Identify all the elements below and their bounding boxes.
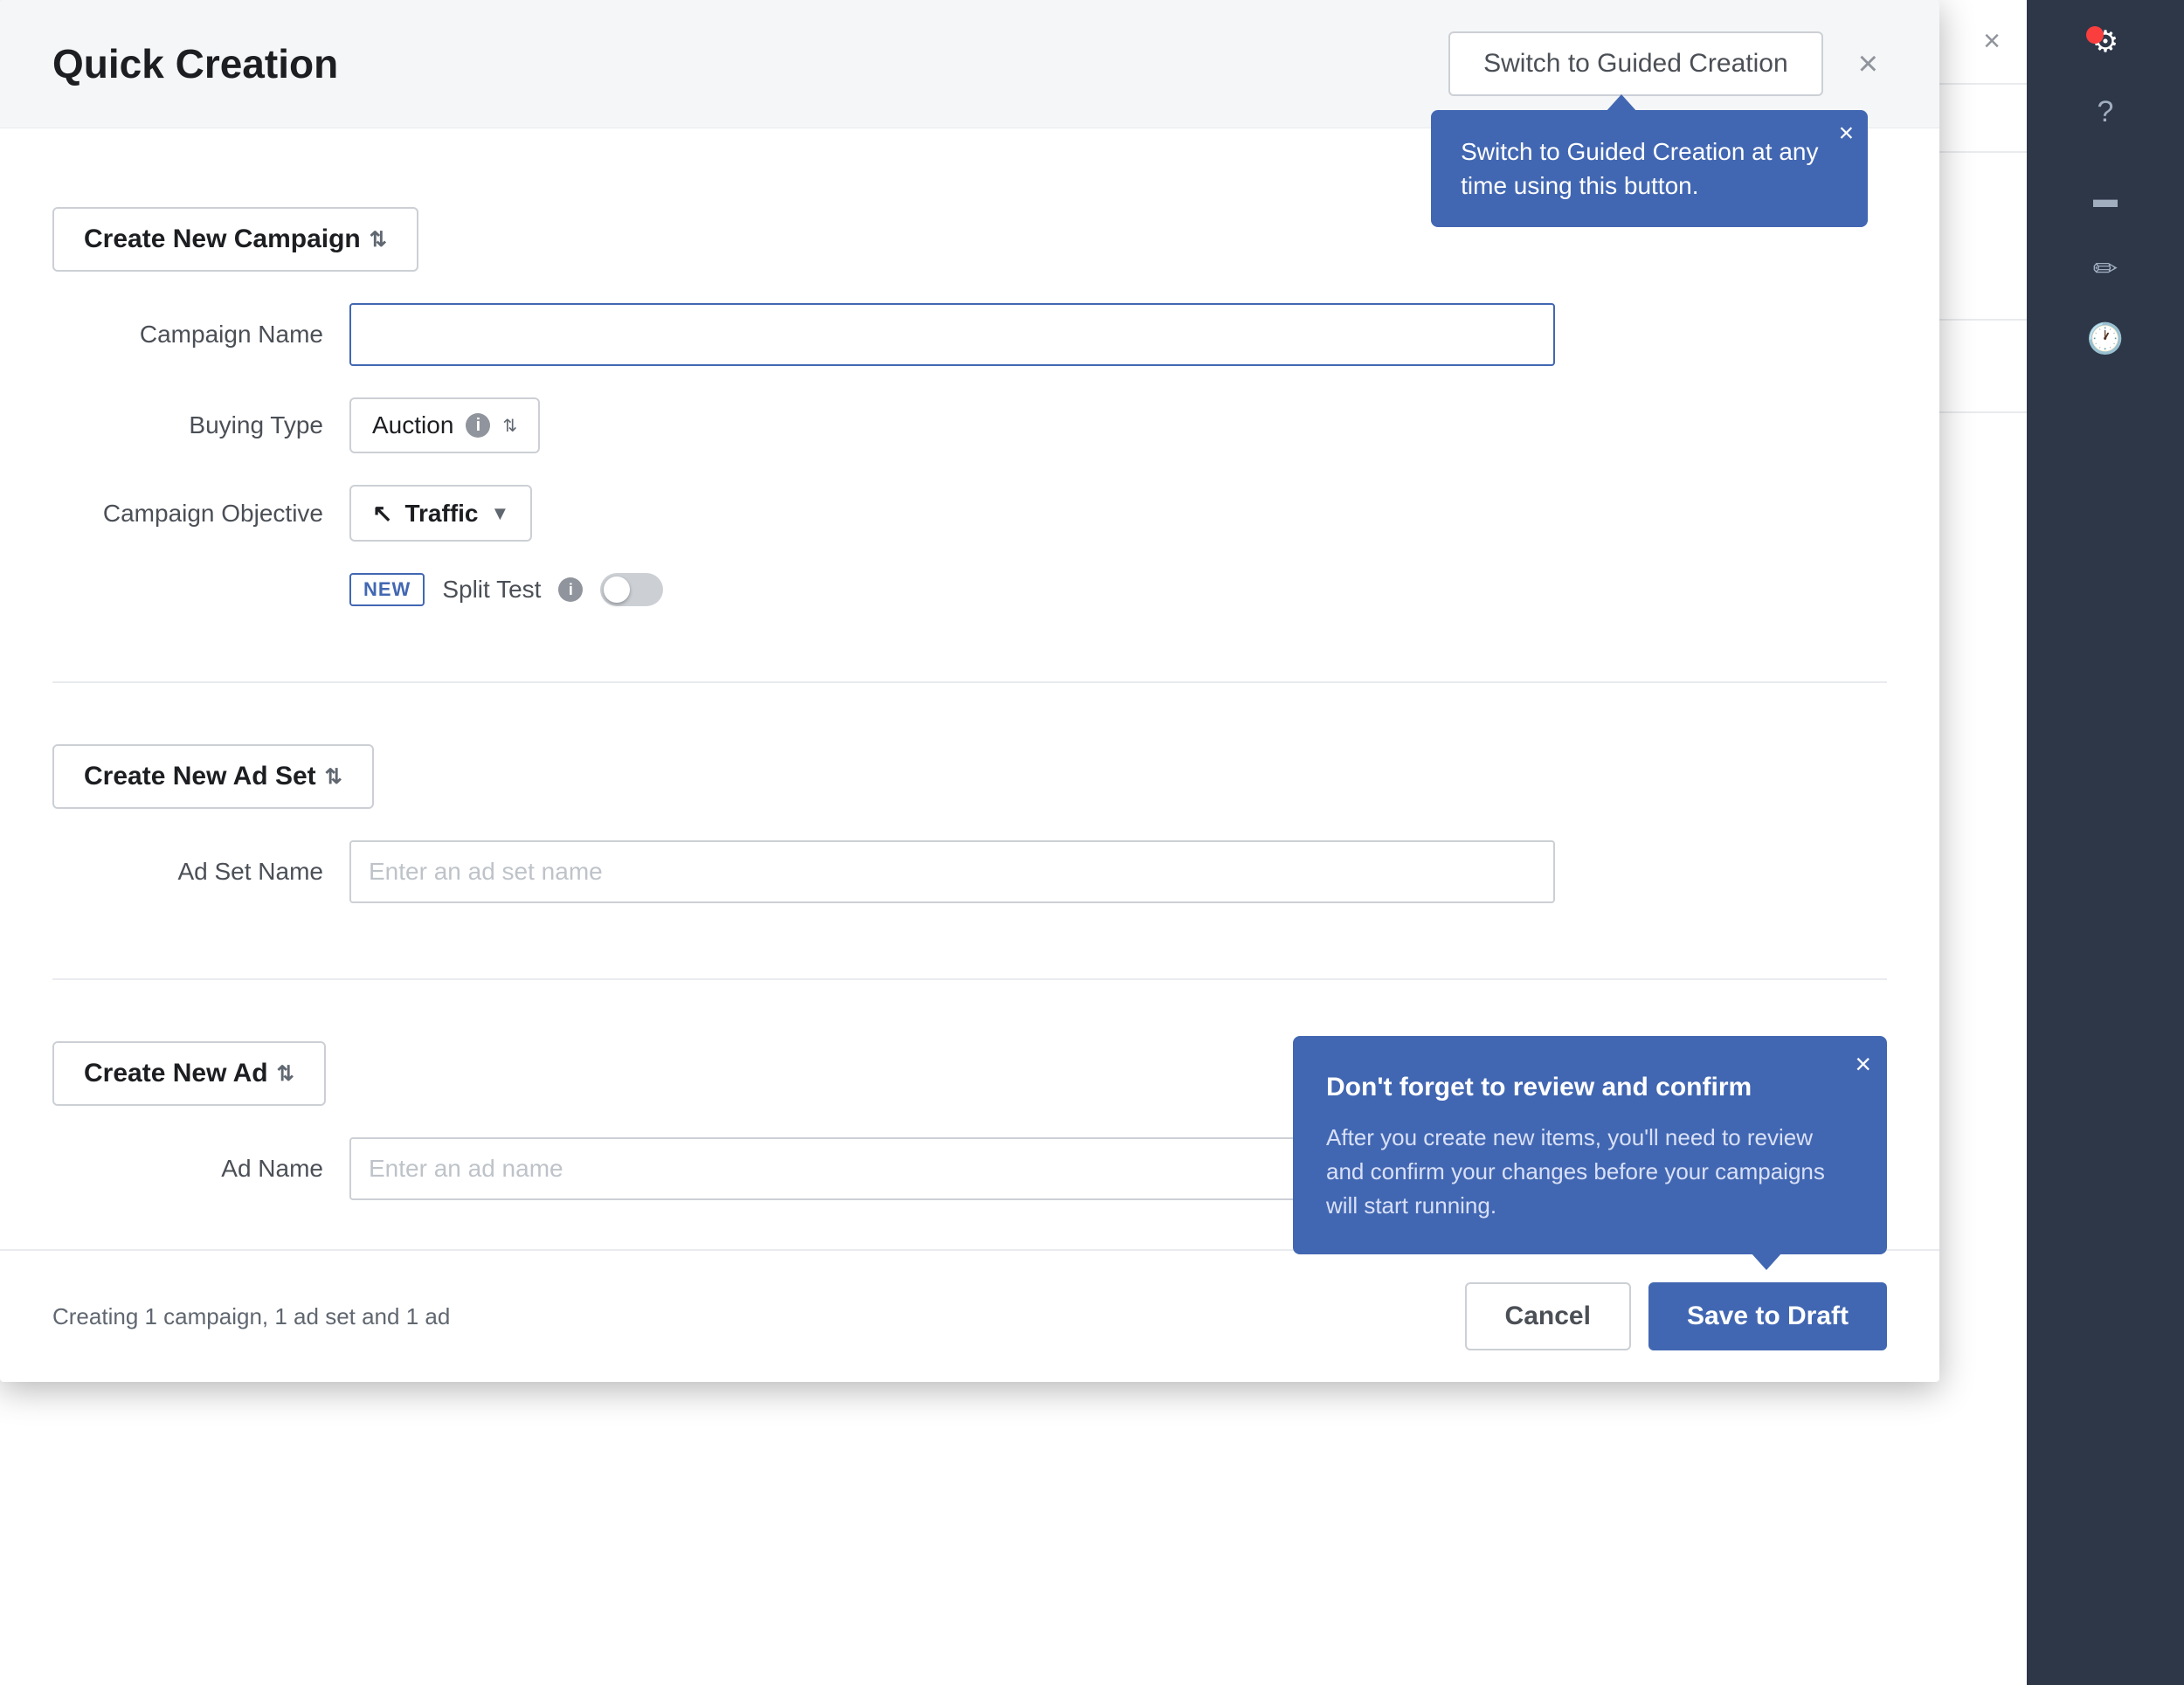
campaign-name-row: Campaign Name [52, 303, 1887, 366]
ad-set-name-label: Ad Set Name [52, 858, 349, 886]
cursor-icon: ↖ [372, 499, 392, 528]
campaign-name-label: Campaign Name [52, 321, 349, 349]
buying-type-label: Buying Type [52, 411, 349, 439]
ad-set-name-input[interactable] [349, 840, 1555, 903]
campaign-name-input[interactable] [349, 303, 1555, 366]
footer-note: Creating 1 campaign, 1 ad set and 1 ad [52, 1303, 450, 1330]
footer-actions: Cancel Save to Draft × Don't forget to r… [1465, 1282, 1887, 1350]
help-icon[interactable]: ? [2081, 87, 2130, 136]
toggle-knob [604, 577, 630, 603]
ad-set-arrow-icon: ⇅ [325, 764, 342, 790]
section-divider-1 [52, 681, 1887, 683]
save-to-draft-button[interactable]: Save to Draft [1648, 1282, 1887, 1350]
modal-title: Quick Creation [52, 40, 338, 87]
buying-type-info-icon[interactable]: i [466, 413, 490, 438]
right-panel-close[interactable]: × [1983, 24, 2001, 59]
ad-set-name-row: Ad Set Name [52, 840, 1887, 903]
ad-arrow-icon: ⇅ [277, 1061, 294, 1087]
modal-close-button[interactable]: × [1849, 36, 1887, 93]
campaign-objective-row: Campaign Objective ↖ Traffic ▼ [52, 485, 1887, 542]
switch-guided-creation-button[interactable]: Switch to Guided Creation [1448, 31, 1823, 96]
campaign-arrow-icon: ⇅ [370, 227, 387, 252]
tooltip-top-text: Switch to Guided Creation at any time us… [1461, 138, 1818, 199]
split-test-info-icon[interactable]: i [558, 577, 583, 602]
ad-set-section: Create New Ad Set ⇅ Ad Set Name [52, 709, 1887, 952]
buying-type-select[interactable]: Auction i ⇅ [349, 397, 540, 453]
create-new-campaign-button[interactable]: Create New Campaign ⇅ [52, 207, 418, 272]
objective-value: Traffic [404, 500, 478, 528]
campaign-section: Create New Campaign ⇅ Campaign Name Buyi… [52, 172, 1887, 655]
split-test-row: NEW Split Test i [349, 573, 1887, 606]
pencil-icon[interactable]: ✏ [2081, 245, 2130, 293]
new-badge: NEW [349, 573, 425, 606]
dark-sidebar: ⚙ ? ▬ ✏ 🕐 [2027, 0, 2184, 1685]
create-new-ad-set-button[interactable]: Create New Ad Set ⇅ [52, 744, 374, 809]
cancel-button[interactable]: Cancel [1465, 1282, 1631, 1350]
clock-icon[interactable]: 🕐 [2081, 314, 2130, 363]
bars-icon[interactable]: ▬ [2081, 175, 2130, 224]
campaign-objective-select[interactable]: ↖ Traffic ▼ [349, 485, 532, 542]
tooltip-title: Don't forget to review and confirm [1326, 1067, 1854, 1107]
modal-header-actions: Switch to Guided Creation × × Switch to … [1448, 31, 1887, 96]
tooltip-top-close-button[interactable]: × [1839, 121, 1855, 147]
split-test-label: Split Test [442, 576, 541, 604]
notification-dot [2086, 26, 2104, 44]
modal-footer: Creating 1 campaign, 1 ad set and 1 ad C… [0, 1249, 1939, 1382]
tooltip-body: After you create new items, you'll need … [1326, 1121, 1854, 1223]
buying-type-arrow-icon: ⇅ [502, 415, 517, 437]
ad-button-label: Create New Ad [84, 1059, 268, 1088]
tooltip-bottom-close-button[interactable]: × [1855, 1048, 1871, 1081]
review-confirm-tooltip: × Don't forget to review and confirm Aft… [1293, 1036, 1887, 1254]
split-test-toggle[interactable] [600, 573, 663, 606]
guided-creation-tooltip: × Switch to Guided Creation at any time … [1431, 110, 1868, 227]
modal-header: Quick Creation Switch to Guided Creation… [0, 0, 1939, 128]
buying-type-row: Buying Type Auction i ⇅ [52, 397, 1887, 453]
campaign-objective-label: Campaign Objective [52, 500, 349, 528]
ad-name-label: Ad Name [52, 1155, 349, 1183]
campaign-button-label: Create New Campaign [84, 224, 361, 254]
ad-set-button-label: Create New Ad Set [84, 762, 316, 791]
quick-creation-modal: Quick Creation Switch to Guided Creation… [0, 0, 1939, 1382]
section-divider-2 [52, 978, 1887, 980]
objective-chevron-icon: ▼ [491, 502, 510, 525]
buying-type-value: Auction [372, 411, 453, 439]
create-new-ad-button[interactable]: Create New Ad ⇅ [52, 1041, 326, 1106]
gear-icon[interactable]: ⚙ [2081, 17, 2130, 66]
